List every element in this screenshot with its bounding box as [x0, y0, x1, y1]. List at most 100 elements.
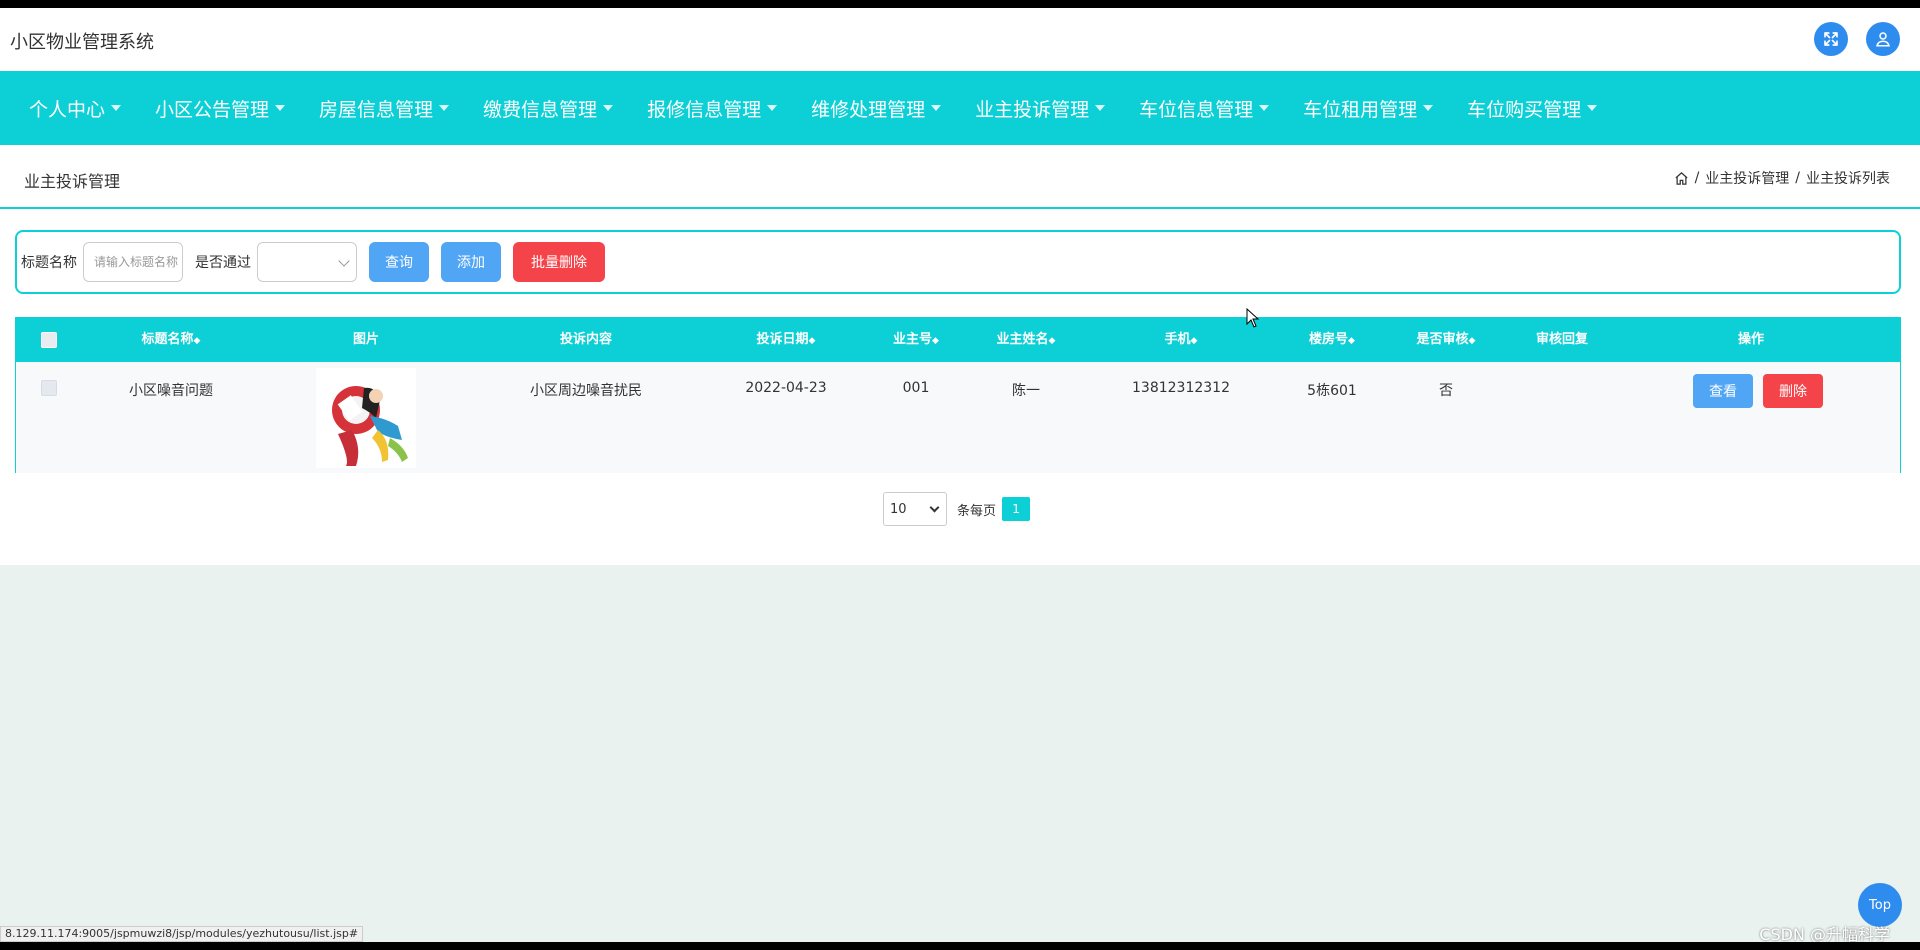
- sort-icon: ◆: [1468, 336, 1476, 346]
- nav-label: 报修信息管理: [647, 98, 762, 121]
- app-screen: 小区物业管理系统 个人中心 小区公告管理 房屋信息管理 缴费信息管理 报修信息管…: [0, 8, 1920, 942]
- add-button[interactable]: 添加: [441, 242, 501, 282]
- row-checkbox[interactable]: [41, 380, 57, 396]
- batch-delete-button[interactable]: 批量删除: [513, 242, 605, 282]
- column-header-owner-no[interactable]: 业主号◆: [893, 318, 939, 362]
- page-size-select[interactable]: 10: [883, 492, 947, 526]
- sort-icon: ◆: [808, 336, 816, 346]
- table-header: 标题名称◆ 图片 投诉内容 投诉日期◆ 业主号◆ 业主姓名◆ 手机◆ 楼房号◆ …: [16, 318, 1900, 362]
- caret-down-icon: [1587, 105, 1598, 111]
- page-title: 业主投诉管理: [24, 172, 121, 191]
- complaint-thumbnail[interactable]: [316, 368, 416, 468]
- complaint-table: 标题名称◆ 图片 投诉内容 投诉日期◆ 业主号◆ 业主姓名◆ 手机◆ 楼房号◆ …: [15, 317, 1901, 473]
- cell-phone: 13812312312: [1132, 380, 1230, 396]
- home-icon[interactable]: [1674, 171, 1689, 186]
- mouse-cursor-icon: [1246, 308, 1260, 328]
- nav-item-payment[interactable]: 缴费信息管理: [466, 71, 630, 145]
- cell-reviewed: 否: [1439, 383, 1453, 399]
- nav-item-notice[interactable]: 小区公告管理: [138, 71, 302, 145]
- nav-label: 小区公告管理: [155, 98, 270, 121]
- breadcrumb-item-current: 业主投诉列表: [1806, 171, 1890, 187]
- nav-item-parking-info[interactable]: 车位信息管理: [1122, 71, 1286, 145]
- nav-label: 缴费信息管理: [483, 98, 598, 121]
- cell-owner-no: 001: [902, 380, 930, 396]
- passed-label: 是否通过: [195, 255, 251, 271]
- column-header-actions: 操作: [1737, 332, 1765, 347]
- query-button[interactable]: 查询: [369, 242, 429, 282]
- user-button[interactable]: [1866, 22, 1900, 56]
- noise-complaint-image: [316, 368, 416, 468]
- page-size-value: 10: [890, 501, 907, 517]
- page-number-button[interactable]: 1: [1002, 497, 1031, 521]
- nav-label: 业主投诉管理: [975, 98, 1090, 121]
- nav-label: 车位信息管理: [1139, 98, 1254, 121]
- breadcrumb: / 业主投诉管理 / 业主投诉列表: [1674, 168, 1890, 188]
- passed-select[interactable]: [257, 242, 357, 282]
- cell-title: 小区噪音问题: [129, 383, 213, 399]
- select-all-checkbox[interactable]: [41, 332, 57, 348]
- sort-icon: ◆: [1348, 336, 1355, 346]
- sort-icon: ◆: [1048, 336, 1056, 346]
- content-panel: 业主投诉管理 / 业主投诉管理 / 业主投诉列表 标题名称 是否通过 查询 添加…: [0, 145, 1920, 565]
- nav-label: 维修处理管理: [811, 98, 926, 121]
- user-icon: [1876, 32, 1890, 47]
- column-header-content: 投诉内容: [559, 332, 613, 347]
- nav-item-complaint[interactable]: 业主投诉管理: [958, 71, 1122, 145]
- column-header-image: 图片: [352, 332, 380, 347]
- caret-down-icon: [603, 105, 614, 111]
- title-search-input[interactable]: [83, 242, 183, 282]
- fullscreen-button[interactable]: [1814, 22, 1848, 56]
- nav-label: 个人中心: [29, 98, 106, 121]
- caret-down-icon: [1259, 105, 1270, 111]
- chevron-down-icon: [929, 502, 940, 513]
- column-header-owner-name[interactable]: 业主姓名◆: [997, 318, 1056, 362]
- table-row: 小区噪音问题 小区周边噪音扰民 2022-04-23 001 陈一 138123…: [16, 362, 1900, 473]
- column-header-title[interactable]: 标题名称◆: [142, 318, 201, 362]
- caret-down-icon: [767, 105, 778, 111]
- cell-owner-name: 陈一: [1012, 383, 1040, 399]
- search-form: 标题名称 是否通过 查询 添加 批量删除: [15, 230, 1901, 294]
- expand-icon: [1824, 32, 1838, 46]
- sort-icon: ◆: [193, 336, 201, 346]
- delete-button[interactable]: 删除: [1763, 374, 1823, 408]
- column-header-date[interactable]: 投诉日期◆: [757, 318, 816, 362]
- column-header-reply: 审核回复: [1535, 332, 1589, 347]
- main-nav: 个人中心 小区公告管理 房屋信息管理 缴费信息管理 报修信息管理 维修处理管理 …: [0, 71, 1920, 145]
- status-bar-url: 8.129.11.174:9005/jspmuwzi8/jsp/modules/…: [0, 926, 364, 942]
- title-label: 标题名称: [21, 255, 77, 271]
- page-header: 业主投诉管理 / 业主投诉管理 / 业主投诉列表: [0, 145, 1920, 209]
- app-title: 小区物业管理系统: [10, 32, 154, 53]
- nav-label: 车位租用管理: [1303, 98, 1418, 121]
- nav-item-parking-purchase[interactable]: 车位购买管理: [1450, 71, 1614, 145]
- view-button[interactable]: 查看: [1693, 374, 1753, 408]
- pagination: 10 条每页 1: [883, 492, 1031, 526]
- breadcrumb-separator: /: [1795, 170, 1800, 186]
- top-bar: 小区物业管理系统: [0, 8, 1920, 71]
- column-header-phone[interactable]: 手机◆: [1165, 318, 1198, 362]
- nav-item-house[interactable]: 房屋信息管理: [302, 71, 466, 145]
- cell-content: 小区周边噪音扰民: [530, 383, 642, 399]
- nav-item-repair-handling[interactable]: 维修处理管理: [794, 71, 958, 145]
- caret-down-icon: [111, 105, 122, 111]
- cell-building: 5栋601: [1307, 383, 1357, 399]
- sort-icon: ◆: [932, 336, 939, 346]
- caret-down-icon: [1423, 105, 1434, 111]
- column-header-reviewed[interactable]: 是否审核◆: [1417, 318, 1476, 362]
- caret-down-icon: [931, 105, 942, 111]
- breadcrumb-separator: /: [1694, 170, 1700, 186]
- nav-item-parking-rent[interactable]: 车位租用管理: [1286, 71, 1450, 145]
- column-header-building[interactable]: 楼房号◆: [1309, 318, 1355, 362]
- nav-label: 车位购买管理: [1467, 98, 1582, 121]
- caret-down-icon: [439, 105, 450, 111]
- watermark: CSDN @升幅科学: [1759, 925, 1890, 942]
- sort-icon: ◆: [1190, 336, 1198, 346]
- cell-date: 2022-04-23: [745, 380, 827, 396]
- nav-label: 房屋信息管理: [319, 98, 434, 121]
- chevron-down-icon: [338, 255, 350, 267]
- breadcrumb-item-module[interactable]: 业主投诉管理: [1705, 168, 1789, 188]
- caret-down-icon: [1095, 105, 1106, 111]
- per-page-label: 条每页: [957, 503, 997, 519]
- caret-down-icon: [275, 105, 286, 111]
- nav-item-repair-report[interactable]: 报修信息管理: [630, 71, 794, 145]
- nav-item-personal-center[interactable]: 个人中心: [12, 71, 138, 145]
